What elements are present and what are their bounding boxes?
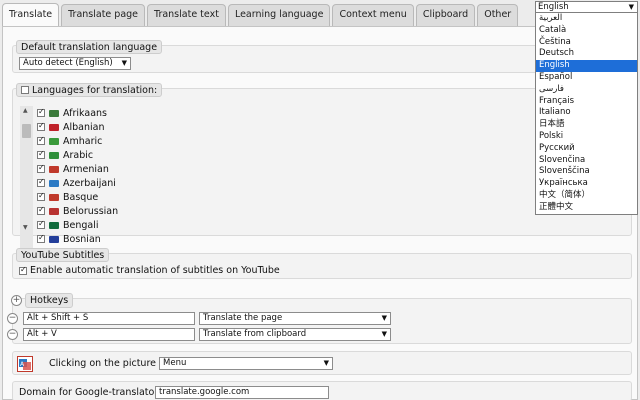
youtube-legend: YouTube Subtitles — [16, 248, 110, 262]
remove-hotkey-icon[interactable]: − — [7, 329, 18, 340]
language-checkbox[interactable] — [37, 163, 45, 173]
domain-input[interactable]: translate.google.com — [155, 386, 329, 399]
chevron-down-icon: ▼ — [381, 330, 387, 338]
flag-icon — [49, 123, 59, 131]
language-checkbox[interactable] — [37, 233, 45, 243]
list-item: Arabic — [19, 148, 189, 162]
hotkey-row: − — [7, 329, 18, 340]
language-checkbox[interactable] — [37, 135, 45, 145]
language-checkbox[interactable] — [37, 121, 45, 131]
list-item: Azerbaijani — [19, 176, 189, 190]
hotkey-row: − — [7, 313, 18, 324]
ui-language-select[interactable]: English ▼ — [535, 1, 638, 13]
dropdown-option[interactable]: Slovenščina — [536, 166, 637, 178]
list-item: Armenian — [19, 162, 189, 176]
languages-scrollbar[interactable]: ▲ ▼ — [20, 106, 33, 252]
dropdown-option[interactable]: Русский — [536, 143, 637, 155]
dropdown-option[interactable]: Català — [536, 25, 637, 37]
flag-icon — [49, 235, 59, 243]
dropdown-option[interactable]: Español — [536, 72, 637, 84]
dropdown-option[interactable]: العربية — [536, 13, 637, 25]
list-item: Basque — [19, 190, 189, 204]
domain-label: Domain for Google-translator: — [19, 387, 162, 398]
tab-translate[interactable]: Translate — [2, 3, 60, 26]
languages-legend: Languages for translation: — [16, 83, 163, 97]
list-item: Albanian — [19, 120, 189, 134]
flag-icon — [49, 221, 59, 229]
dropdown-option[interactable]: 日本語 — [536, 119, 637, 131]
list-item: Bosnian — [19, 232, 189, 246]
chevron-down-icon: ▼ — [121, 59, 127, 67]
chevron-down-icon: ▼ — [381, 314, 387, 322]
domain-panel: Domain for Google-translator: translate.… — [12, 381, 632, 400]
flag-icon — [49, 193, 59, 201]
dropdown-option[interactable]: 中文（简体） — [536, 190, 637, 202]
youtube-panel: YouTube Subtitles Enable automatic trans… — [12, 248, 632, 279]
tab-bar: Translate Translate page Translate text … — [2, 3, 519, 26]
language-checkbox[interactable] — [37, 191, 45, 201]
tab-learning-language[interactable]: Learning language — [227, 4, 331, 26]
tab-context-menu[interactable]: Context menu — [332, 4, 414, 26]
select-all-languages-checkbox[interactable] — [21, 86, 29, 94]
dropdown-option[interactable]: Polski — [536, 131, 637, 143]
flag-icon — [49, 179, 59, 187]
tab-translate-text[interactable]: Translate text — [147, 4, 226, 26]
dropdown-option[interactable]: Українська — [536, 178, 637, 190]
dropdown-option[interactable]: Italiano — [536, 107, 637, 119]
youtube-translate-checkbox[interactable] — [19, 265, 27, 275]
flag-icon — [49, 137, 59, 145]
picture-panel: A Clicking on the picture Menu ▼ — [12, 351, 632, 375]
hotkey-action-select[interactable]: Translate the page ▼ — [199, 312, 391, 325]
language-checkbox[interactable] — [37, 219, 45, 229]
tab-clipboard[interactable]: Clipboard — [415, 4, 476, 26]
picture-icon[interactable]: A — [17, 356, 33, 372]
flag-icon — [49, 109, 59, 117]
dropdown-option[interactable]: Deutsch — [536, 48, 637, 60]
picture-action-select[interactable]: Menu ▼ — [159, 357, 333, 370]
dropdown-option[interactable]: 正體中文 — [536, 202, 637, 214]
youtube-option: Enable automatic translation of subtitle… — [19, 265, 280, 276]
flag-icon — [49, 165, 59, 173]
flag-icon — [49, 151, 59, 159]
add-hotkey-icon[interactable]: + — [11, 294, 22, 306]
hotkey-keys-input[interactable]: Alt + Shift + S — [23, 312, 195, 325]
flag-icon — [49, 207, 59, 215]
picture-label: Clicking on the picture — [49, 358, 156, 369]
language-checkbox[interactable] — [37, 149, 45, 159]
hotkeys-panel: + Hotkeys − Alt + Shift + S Translate th… — [7, 292, 632, 344]
ui-language-dropdown[interactable]: English ▼ العربية Català Čeština Deutsch… — [535, 1, 638, 215]
remove-hotkey-icon[interactable]: − — [7, 313, 18, 324]
dropdown-option[interactable]: Slovenčina — [536, 155, 637, 167]
tab-translate-page[interactable]: Translate page — [61, 4, 146, 26]
dropdown-option[interactable]: Français — [536, 96, 637, 108]
tab-other[interactable]: Other — [477, 4, 519, 26]
scroll-up-icon[interactable]: ▲ — [23, 107, 28, 114]
dropdown-option[interactable]: فارسی — [536, 84, 637, 96]
chevron-down-icon: ▼ — [628, 3, 634, 11]
list-item: Bengali — [19, 218, 189, 232]
list-item: Amharic — [19, 134, 189, 148]
hotkeys-legend: + Hotkeys — [7, 292, 77, 308]
chevron-down-icon: ▼ — [323, 359, 329, 367]
language-checkbox[interactable] — [37, 205, 45, 215]
scroll-thumb[interactable] — [22, 124, 31, 138]
default-language-select[interactable]: Auto detect (English) ▼ — [19, 57, 131, 70]
scroll-down-icon[interactable]: ▼ — [23, 224, 28, 231]
ui-language-options: العربية Català Čeština Deutsch English E… — [535, 13, 638, 215]
language-checkbox[interactable] — [37, 107, 45, 117]
dropdown-option[interactable]: Čeština — [536, 37, 637, 49]
hotkey-keys-input[interactable]: Alt + V — [23, 328, 195, 341]
languages-list: ▲ ▼ Afrikaans Albanian Amharic Arabic Ar… — [19, 106, 189, 252]
hotkey-action-select[interactable]: Translate from clipboard ▼ — [199, 328, 391, 341]
list-item: Belorussian — [19, 204, 189, 218]
list-item: Afrikaans — [19, 106, 189, 120]
language-checkbox[interactable] — [37, 177, 45, 187]
dropdown-option-selected[interactable]: English — [536, 60, 637, 72]
default-language-legend: Default translation language — [16, 40, 163, 54]
